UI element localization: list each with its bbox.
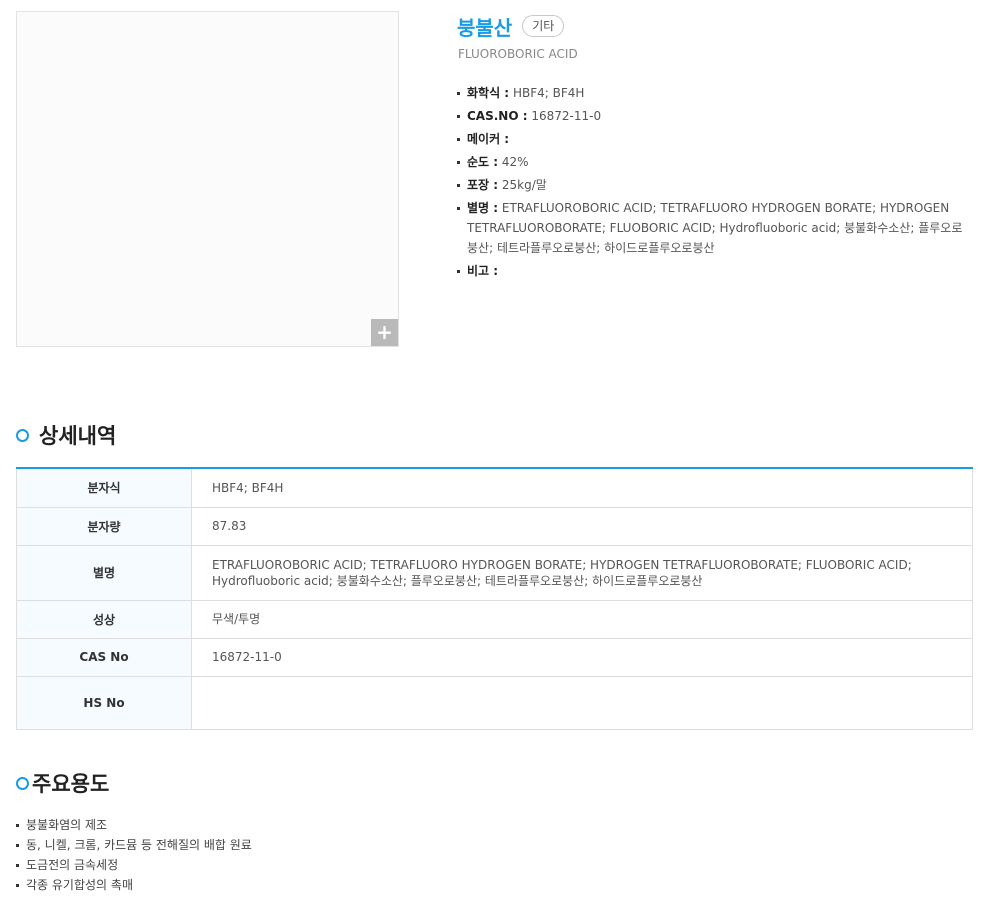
- circle-icon: [16, 428, 29, 442]
- list-item: 붕불화염의 제조: [16, 815, 252, 835]
- product-title: 붕불산: [457, 15, 513, 40]
- product-image[interactable]: +: [16, 11, 399, 347]
- row-label: CAS No: [16, 637, 192, 677]
- row-value: 87.83: [191, 506, 973, 546]
- property-purity: 순도 : 42%: [457, 152, 967, 172]
- table-row: 분자식 HBF4; BF4H: [16, 467, 973, 508]
- details-table: 분자식 HBF4; BF4H 분자량 87.83 별명 ETRAFLUOROBO…: [16, 467, 973, 730]
- uses-heading: 주요용도: [16, 768, 109, 798]
- category-badge: 기타: [522, 15, 565, 37]
- row-label: 분자량: [16, 506, 192, 546]
- list-item: 각종 유기합성의 촉매: [16, 875, 252, 895]
- property-packaging: 포장 : 25kg/말: [457, 175, 967, 195]
- row-label: 성상: [16, 599, 192, 639]
- list-item: 동, 니켈, 크롬, 카드뮴 등 전해질의 배합 원료: [16, 835, 252, 855]
- row-label: 분자식: [16, 467, 192, 508]
- property-maker: 메이커 :: [457, 129, 967, 149]
- table-row: CAS No 16872-11-0: [16, 637, 973, 677]
- property-list: 화학식 : HBF4; BF4H CAS.NO : 16872-11-0 메이커…: [457, 83, 967, 281]
- row-value: HBF4; BF4H: [191, 467, 973, 508]
- property-remarks: 비고 :: [457, 261, 967, 281]
- circle-icon: [16, 776, 29, 790]
- details-heading: 상세내역: [16, 420, 116, 450]
- row-value: 16872-11-0: [191, 637, 973, 677]
- plus-icon: +: [376, 320, 393, 344]
- table-row: 별명 ETRAFLUOROBORIC ACID; TETRAFLUORO HYD…: [16, 544, 973, 601]
- uses-list: 붕불화염의 제조 동, 니켈, 크롬, 카드뮴 등 전해질의 배합 원료 도금전…: [16, 815, 252, 895]
- property-cas: CAS.NO : 16872-11-0: [457, 106, 967, 126]
- product-english-name: FLUOROBORIC ACID: [458, 47, 578, 61]
- row-label: HS No: [16, 675, 192, 730]
- list-item: 도금전의 금속세정: [16, 855, 252, 875]
- table-row: 분자량 87.83: [16, 506, 973, 546]
- row-label: 별명: [16, 544, 192, 601]
- table-row: HS No: [16, 675, 973, 730]
- table-row: 성상 무색/투명: [16, 599, 973, 639]
- row-value: [191, 675, 973, 730]
- zoom-button[interactable]: +: [371, 319, 398, 346]
- row-value: 무색/투명: [191, 599, 973, 639]
- row-value: ETRAFLUOROBORIC ACID; TETRAFLUORO HYDROG…: [191, 544, 973, 601]
- property-alias: 별명 : ETRAFLUOROBORIC ACID; TETRAFLUORO H…: [457, 198, 967, 258]
- product-info: 붕불산 기타 FLUOROBORIC ACID 화학식 : HBF4; BF4H…: [457, 12, 967, 284]
- property-formula: 화학식 : HBF4; BF4H: [457, 83, 967, 103]
